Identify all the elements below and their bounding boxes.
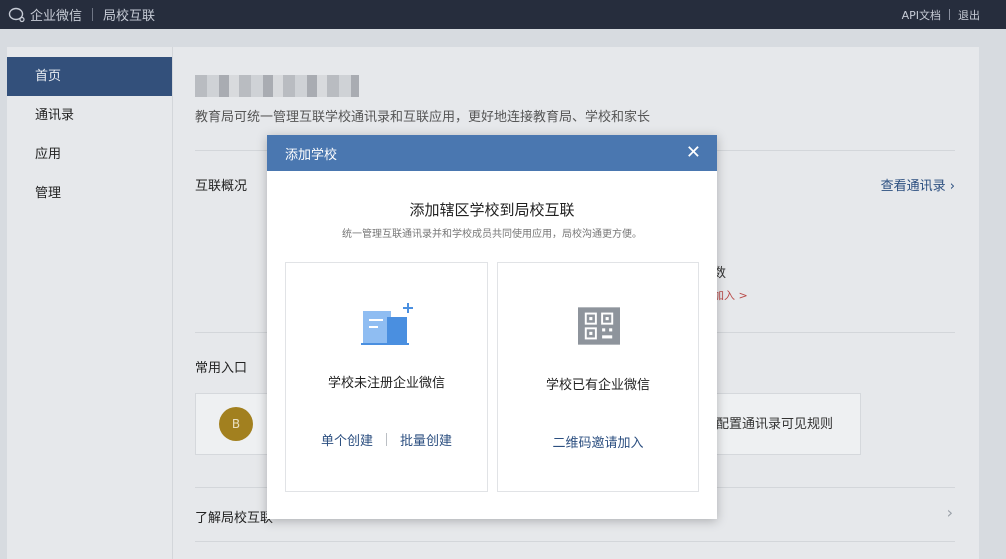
- dialog-header: 添加学校 ✕: [267, 135, 717, 171]
- product-logo[interactable]: 企业微信: [8, 5, 82, 24]
- section-divider: [195, 541, 955, 542]
- logout-link[interactable]: 退出: [958, 7, 980, 23]
- sidebar-divider: [172, 47, 173, 559]
- qr-invite-link[interactable]: 二维码邀请加入: [552, 432, 643, 451]
- option-actions: 单个创建 批量创建: [286, 430, 487, 449]
- single-create-link[interactable]: 单个创建: [321, 430, 373, 449]
- school-building-icon[interactable]: B: [219, 407, 253, 441]
- topbar-divider: [92, 8, 94, 21]
- sidebar-item-home[interactable]: 首页: [7, 57, 172, 96]
- common-entries-title: 常用入口: [195, 361, 248, 376]
- batch-create-link[interactable]: 批量创建: [400, 430, 452, 449]
- sidebar-item-manage[interactable]: 管理: [7, 174, 172, 213]
- top-right-links: API文档 退出: [902, 0, 980, 29]
- option-unregistered-school: 学校未注册企业微信 单个创建 批量创建: [285, 262, 488, 492]
- view-contacts-label: 查看通讯录: [880, 179, 946, 194]
- chevron-right-icon[interactable]: ›: [947, 503, 953, 522]
- dialog-subtitle: 统一管理互联通讯录并和学校成员共同使用应用，局校沟通更方便。: [342, 229, 642, 240]
- chevron-right-icon: ›: [949, 179, 955, 194]
- add-school-dialog: 添加学校 ✕ 添加辖区学校到局校互联 统一管理互联通讯录并和学校成员共同使用应用…: [267, 135, 717, 519]
- qr-code-icon: [578, 307, 620, 345]
- option-label: 学校未注册企业微信: [327, 376, 445, 391]
- action-divider: [386, 433, 387, 446]
- api-docs-link[interactable]: API文档: [902, 7, 941, 23]
- sidebar-item-apps[interactable]: 应用: [7, 135, 172, 174]
- entry-icon-glyph: B: [231, 417, 241, 431]
- overview-title: 互联概况: [195, 179, 248, 194]
- view-contacts-link[interactable]: 查看通讯录 ›: [881, 175, 955, 194]
- sub-product-name[interactable]: 局校互联: [103, 5, 155, 24]
- close-icon[interactable]: ✕: [686, 143, 701, 163]
- sidebar: 首页 通讯录 应用 管理: [7, 57, 172, 213]
- learn-more-link[interactable]: 了解局校互联: [195, 507, 273, 526]
- option-label: 学校已有企业微信: [545, 378, 650, 393]
- option-registered-school: 学校已有企业微信 二维码邀请加入: [497, 262, 699, 492]
- stat-join-link[interactable]: 加入 >: [713, 287, 748, 303]
- add-building-icon: [361, 303, 413, 345]
- blurred-organization-name: [195, 75, 359, 97]
- page-description: 教育局可统一管理互联学校通讯录和互联应用，更好地连接教育局、学校和家长: [195, 110, 651, 125]
- dialog-header-title: 添加学校: [285, 147, 338, 163]
- dialog-title: 添加辖区学校到局校互联: [409, 201, 575, 219]
- topbar-link-divider: [949, 9, 950, 20]
- wecom-logo-icon: [8, 7, 25, 22]
- top-bar: 企业微信 局校互联 API文档 退出: [0, 0, 1006, 29]
- option-actions: 二维码邀请加入: [498, 432, 698, 451]
- sidebar-item-contacts[interactable]: 通讯录: [7, 96, 172, 135]
- product-name: 企业微信: [30, 9, 83, 24]
- configure-visibility-rules-link[interactable]: 配置通讯录可见规则: [716, 413, 833, 432]
